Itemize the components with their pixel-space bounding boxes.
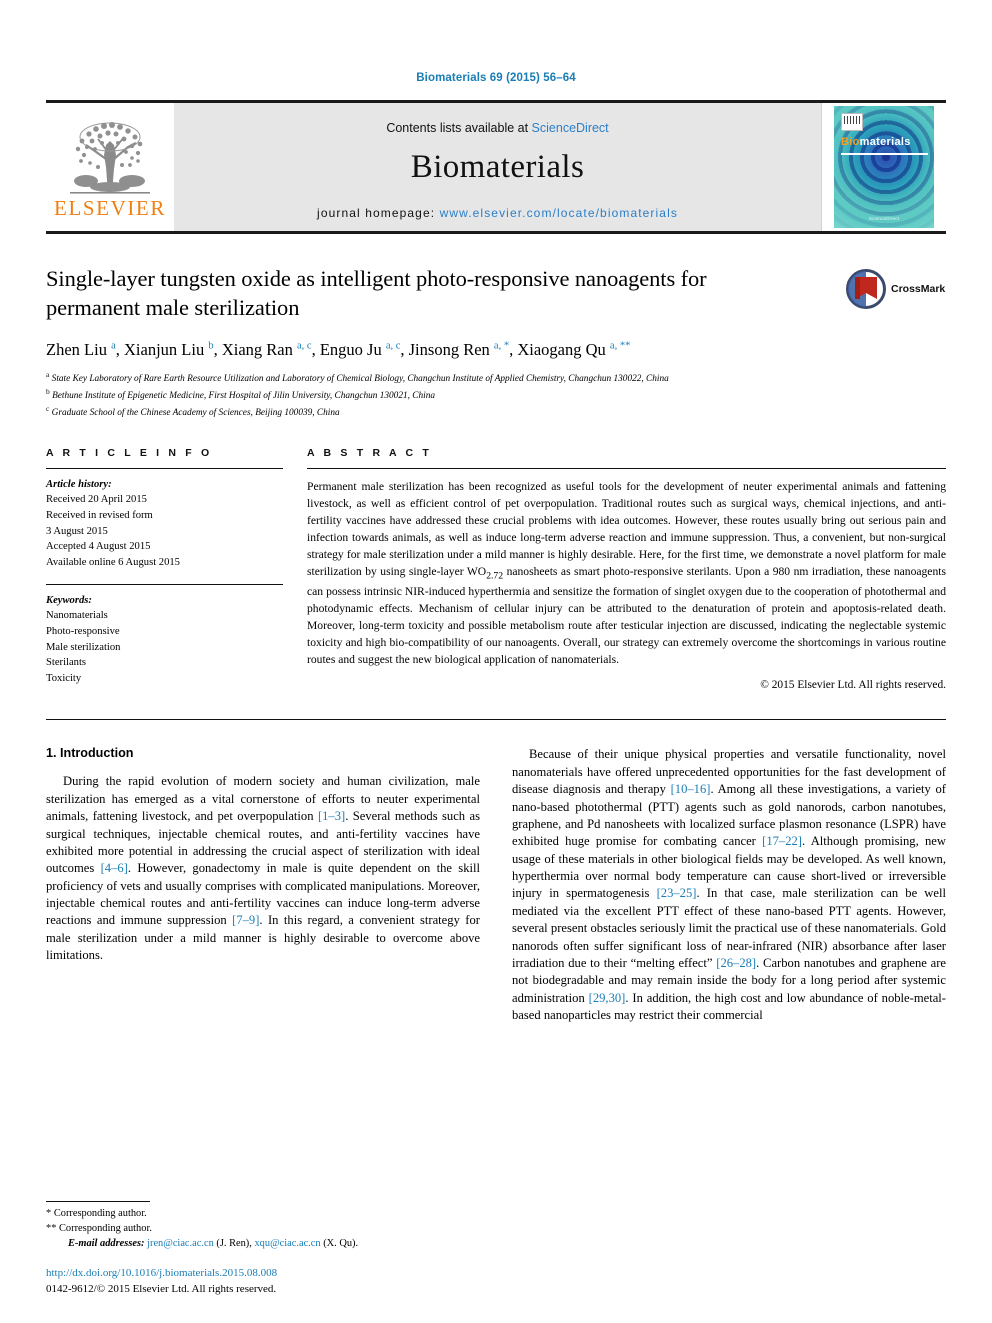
page-title: Single-layer tungsten oxide as intellige… bbox=[46, 266, 707, 321]
affiliation-mark: a bbox=[46, 369, 50, 379]
article-page: Biomaterials 69 (2015) 56–64 ELSEVIER Co… bbox=[0, 0, 992, 1323]
article-info-heading: A R T I C L E I N F O bbox=[46, 446, 213, 459]
intro-paragraph-left: During the rapid evolution of modern soc… bbox=[46, 773, 480, 964]
doi-block: http://dx.doi.org/10.1016/j.biomaterials… bbox=[46, 1266, 462, 1297]
article-info-column: A R T I C L E I N F O Article history: R… bbox=[46, 447, 283, 692]
abstract-part-2: nanosheets as smart photo-responsive ste… bbox=[307, 564, 946, 667]
citation-4-6[interactable]: [4–6] bbox=[101, 861, 128, 875]
footnote-emails: E-mail addresses: jren@ciac.ac.cn (J. Re… bbox=[46, 1237, 462, 1252]
cover-title-rest: materials bbox=[859, 136, 911, 148]
body-column-left: 1. Introduction During the rapid evoluti… bbox=[46, 746, 480, 1024]
history-item: Received 20 April 2015 bbox=[46, 494, 147, 506]
citation-29-30[interactable]: [29,30] bbox=[589, 991, 626, 1005]
divider bbox=[46, 583, 283, 585]
footnote-block: * Corresponding author. ** Corresponding… bbox=[46, 1200, 462, 1297]
abstract-column: A B S T R A C T Permanent male steriliza… bbox=[307, 446, 946, 692]
citation-17-22[interactable]: [17–22] bbox=[762, 834, 802, 848]
citation-26-28[interactable]: [26–28] bbox=[716, 956, 756, 970]
cover-footer-text: ScienceDirect bbox=[868, 216, 900, 221]
cover-title-bio: Bio bbox=[841, 136, 860, 148]
keyword-item: Male sterilization bbox=[46, 641, 121, 653]
email-link-ren[interactable]: jren@ciac.ac.cn bbox=[147, 1238, 214, 1249]
journal-cover-image: Biomaterials ScienceDirect bbox=[834, 106, 934, 228]
abstract-heading: A B S T R A C T bbox=[307, 446, 432, 459]
email-link-qu[interactable]: xqu@ciac.ac.cn bbox=[254, 1238, 320, 1249]
affiliation-text: Graduate School of the Chinese Academy o… bbox=[51, 408, 340, 419]
article-history-label: Article history: bbox=[46, 478, 112, 490]
affiliation-list: a State Key Laboratory of Rare Earth Res… bbox=[46, 370, 946, 421]
journal-homepage-line: journal homepage: www.elsevier.com/locat… bbox=[317, 206, 678, 220]
intro-paragraph-right: Because of their unique physical propert… bbox=[512, 746, 946, 1024]
journal-title: Biomaterials bbox=[410, 148, 585, 185]
body-columns: 1. Introduction During the rapid evoluti… bbox=[46, 746, 946, 1024]
keyword-item: Nanomaterials bbox=[46, 610, 108, 622]
elsevier-logo: ELSEVIER bbox=[46, 103, 174, 231]
citation-23-25[interactable]: [23–25] bbox=[657, 886, 697, 900]
citation-10-16[interactable]: [10–16] bbox=[671, 782, 711, 796]
keyword-item: Photo-responsive bbox=[46, 625, 120, 637]
cover-title: Biomaterials bbox=[841, 136, 911, 148]
affiliation-item: a State Key Laboratory of Rare Earth Res… bbox=[46, 370, 946, 386]
email-owner-ren: (J. Ren), bbox=[216, 1238, 252, 1250]
history-item: Received in revised form bbox=[46, 509, 153, 521]
author-list: Zhen Liu a, Xianjun Liu b, Xiang Ran a, … bbox=[46, 339, 631, 359]
keywords-block: Keywords: Nanomaterials Photo-responsive… bbox=[46, 593, 283, 687]
divider bbox=[46, 719, 946, 721]
title-block: Single-layer tungsten oxide as intellige… bbox=[46, 264, 946, 421]
abstract-text: Permanent male sterilization has been re… bbox=[307, 478, 946, 669]
section-heading-introduction: 1. Introduction bbox=[46, 746, 134, 761]
doi-link[interactable]: http://dx.doi.org/10.1016/j.biomaterials… bbox=[46, 1267, 277, 1279]
journal-cover-thumbnail[interactable]: Biomaterials ScienceDirect bbox=[821, 103, 946, 231]
citation-7-9[interactable]: [7–9] bbox=[232, 913, 259, 927]
elsevier-tree-icon bbox=[70, 122, 150, 194]
contents-prefix: Contents lists available at bbox=[386, 120, 532, 135]
history-item: Available online 6 August 2015 bbox=[46, 556, 180, 568]
affiliation-mark: b bbox=[46, 387, 50, 397]
journal-homepage-url[interactable]: www.elsevier.com/locate/biomaterials bbox=[440, 206, 678, 220]
affiliation-item: c Graduate School of the Chinese Academy… bbox=[46, 404, 946, 420]
cover-publisher-badge-icon bbox=[841, 113, 863, 131]
keyword-item: Sterilants bbox=[46, 657, 87, 669]
affiliation-text: State Key Laboratory of Rare Earth Resou… bbox=[51, 373, 669, 384]
footnote-corresponding-2: ** Corresponding author. bbox=[46, 1222, 462, 1237]
journal-masthead: ELSEVIER Contents lists available at Sci… bbox=[46, 100, 946, 234]
issn-copyright-line: 0142-9612/© 2015 Elsevier Ltd. All right… bbox=[46, 1282, 277, 1295]
email-label: E-mail addresses: bbox=[68, 1238, 145, 1250]
citation-1-3[interactable]: [1–3] bbox=[318, 809, 345, 823]
affiliation-mark: c bbox=[46, 404, 50, 414]
elsevier-wordmark: ELSEVIER bbox=[54, 196, 166, 220]
footnote-divider bbox=[46, 1200, 150, 1202]
affiliation-text: Bethune Institute of Epigenetic Medicine… bbox=[52, 391, 436, 402]
divider bbox=[307, 467, 946, 469]
crossmark-label: CrossMark bbox=[891, 283, 946, 295]
journal-band: Contents lists available at ScienceDirec… bbox=[174, 103, 821, 231]
abstract-copyright: © 2015 Elsevier Ltd. All rights reserved… bbox=[760, 679, 946, 692]
affiliation-item: b Bethune Institute of Epigenetic Medici… bbox=[46, 387, 946, 403]
body-column-right: Because of their unique physical propert… bbox=[512, 746, 946, 1024]
keywords-label: Keywords: bbox=[46, 594, 92, 606]
cover-divider bbox=[841, 153, 928, 155]
email-owner-qu: (X. Qu). bbox=[323, 1238, 359, 1250]
abstract-formula-subscript: 2.72 bbox=[486, 570, 504, 582]
article-history-block: Article history: Received 20 April 2015 … bbox=[46, 477, 283, 571]
footnote-text: Corresponding author. bbox=[59, 1222, 152, 1234]
keyword-item: Toxicity bbox=[46, 673, 82, 684]
abstract-part-1: Permanent male sterilization has been re… bbox=[307, 479, 946, 578]
footnote-mark: ** bbox=[46, 1222, 57, 1234]
sciencedirect-link[interactable]: ScienceDirect bbox=[532, 121, 609, 135]
homepage-prefix: journal homepage: bbox=[317, 205, 440, 220]
crossmark-badge[interactable]: CrossMark bbox=[846, 266, 946, 312]
info-abstract-region: A R T I C L E I N F O Article history: R… bbox=[46, 446, 946, 692]
crossmark-icon bbox=[846, 269, 886, 309]
history-item: Accepted 4 August 2015 bbox=[46, 541, 151, 553]
running-head: Biomaterials 69 (2015) 56–64 bbox=[416, 72, 576, 84]
contents-available-line: Contents lists available at ScienceDirec… bbox=[386, 121, 608, 135]
footnote-text: Corresponding author. bbox=[53, 1207, 147, 1219]
footnote-mark: * bbox=[46, 1207, 52, 1219]
history-item: 3 August 2015 bbox=[46, 525, 108, 537]
divider bbox=[46, 467, 283, 469]
footnote-corresponding-1: * Corresponding author. bbox=[46, 1207, 462, 1222]
